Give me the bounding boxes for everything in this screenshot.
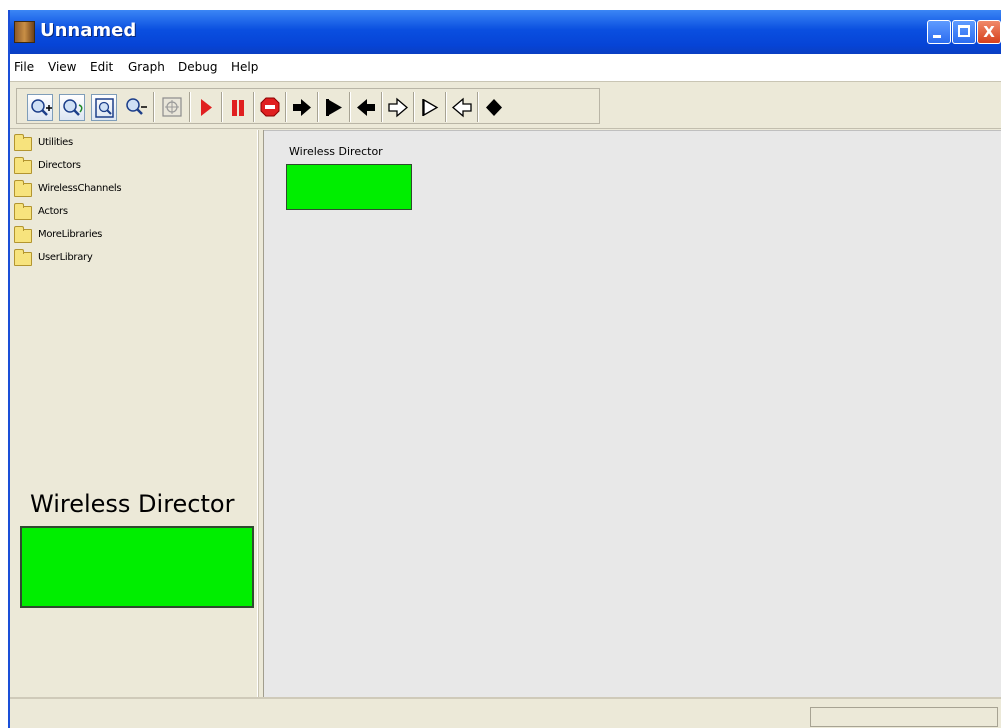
- preview-director-icon: [20, 526, 254, 608]
- zoom-out-button[interactable]: [123, 94, 149, 121]
- end-outline-icon: [422, 98, 439, 117]
- folder-icon: [14, 226, 32, 243]
- folder-icon: [14, 249, 32, 266]
- tree-item-label: Directors: [38, 160, 81, 171]
- toolbar-separator: [285, 92, 286, 122]
- zoom-out-icon: [126, 98, 147, 115]
- minimize-button[interactable]: [927, 20, 951, 44]
- zoom-in-icon: [31, 99, 52, 116]
- menu-bar: File View Edit Graph Debug Help: [10, 54, 1001, 82]
- toolbar: [10, 82, 1001, 129]
- folder-icon: [14, 180, 32, 197]
- tree-item-label: Actors: [38, 206, 68, 217]
- maximize-icon: [958, 25, 970, 37]
- folder-icon: [14, 157, 32, 174]
- tree-item-utilities[interactable]: Utilities: [14, 134, 214, 154]
- zoom-fit-button[interactable]: [91, 94, 117, 121]
- step-back-icon: [357, 99, 375, 116]
- end-outline-button[interactable]: [417, 94, 443, 121]
- minimize-icon: [933, 35, 941, 38]
- close-button[interactable]: X: [977, 20, 1001, 44]
- menu-debug[interactable]: Debug: [178, 60, 217, 74]
- preview-title: Wireless Director: [30, 490, 235, 518]
- app-icon: [14, 21, 35, 43]
- tree-item-label: WirelessChannels: [38, 183, 122, 194]
- zoom-reset-button[interactable]: [59, 94, 85, 121]
- toolbar-separator: [413, 92, 414, 122]
- graph-canvas[interactable]: Wireless Director: [264, 130, 1001, 697]
- tree-item-directors[interactable]: Directors: [14, 157, 214, 177]
- tree-item-userlibrary[interactable]: UserLibrary: [14, 249, 214, 269]
- step-end-icon: [326, 99, 342, 116]
- status-bar: [10, 697, 1001, 728]
- toolbar-separator: [349, 92, 350, 122]
- folder-icon: [14, 203, 32, 220]
- fullscreen-icon: [162, 97, 182, 117]
- pause-icon: [232, 100, 244, 116]
- toolbar-separator: [317, 92, 318, 122]
- menu-edit[interactable]: Edit: [90, 60, 113, 74]
- status-field: [810, 707, 998, 727]
- tree-item-label: Utilities: [38, 137, 73, 148]
- library-panel: Utilities Directors WirelessChannels Act…: [12, 130, 258, 697]
- toolbar-group: [16, 88, 600, 124]
- director-label: Wireless Director: [289, 145, 383, 158]
- folder-icon: [14, 134, 32, 151]
- stop-button[interactable]: [257, 94, 283, 121]
- menu-graph[interactable]: Graph: [128, 60, 165, 74]
- toolbar-separator: [477, 92, 478, 122]
- window-title: Unnamed: [40, 20, 137, 41]
- title-bar[interactable]: Unnamed X: [10, 10, 1001, 54]
- tree-item-label: MoreLibraries: [38, 229, 103, 240]
- diamond-icon: [486, 99, 502, 116]
- maximize-button[interactable]: [952, 20, 976, 44]
- run-icon: [201, 99, 212, 116]
- zoom-fit-icon: [95, 98, 114, 118]
- zoom-reset-icon: [63, 99, 83, 116]
- close-icon: X: [983, 23, 995, 41]
- tree-item-wirelesschannels[interactable]: WirelessChannels: [14, 180, 214, 200]
- pause-button[interactable]: [225, 94, 251, 121]
- next-outline-button[interactable]: [385, 94, 411, 121]
- wireless-director-block[interactable]: [286, 164, 412, 210]
- stop-icon: [260, 97, 280, 117]
- step-end-button[interactable]: [321, 94, 347, 121]
- menu-view[interactable]: View: [48, 60, 76, 74]
- tree-item-actors[interactable]: Actors: [14, 203, 214, 223]
- toolbar-separator: [221, 92, 222, 122]
- toolbar-separator: [253, 92, 254, 122]
- run-button[interactable]: [193, 94, 219, 121]
- back-outline-icon: [451, 97, 472, 118]
- back-outline-button[interactable]: [449, 94, 475, 121]
- application-window: Unnamed X File View Edit Graph Debug Hel…: [8, 10, 1001, 728]
- toolbar-separator: [189, 92, 190, 122]
- next-outline-icon: [388, 97, 409, 118]
- step-forward-icon: [293, 99, 311, 116]
- menu-file[interactable]: File: [14, 60, 34, 74]
- toolbar-separator: [381, 92, 382, 122]
- toolbar-separator: [153, 92, 154, 122]
- toolbar-separator: [445, 92, 446, 122]
- actor-preview: Wireless Director: [12, 484, 258, 697]
- fullscreen-button[interactable]: [159, 94, 185, 121]
- diamond-button[interactable]: [481, 94, 507, 121]
- menu-help[interactable]: Help: [231, 60, 258, 74]
- step-back-button[interactable]: [353, 94, 379, 121]
- tree-item-morelibraries[interactable]: MoreLibraries: [14, 226, 214, 246]
- step-forward-button[interactable]: [289, 94, 315, 121]
- tree-item-label: UserLibrary: [38, 252, 93, 263]
- zoom-in-button[interactable]: [27, 94, 53, 121]
